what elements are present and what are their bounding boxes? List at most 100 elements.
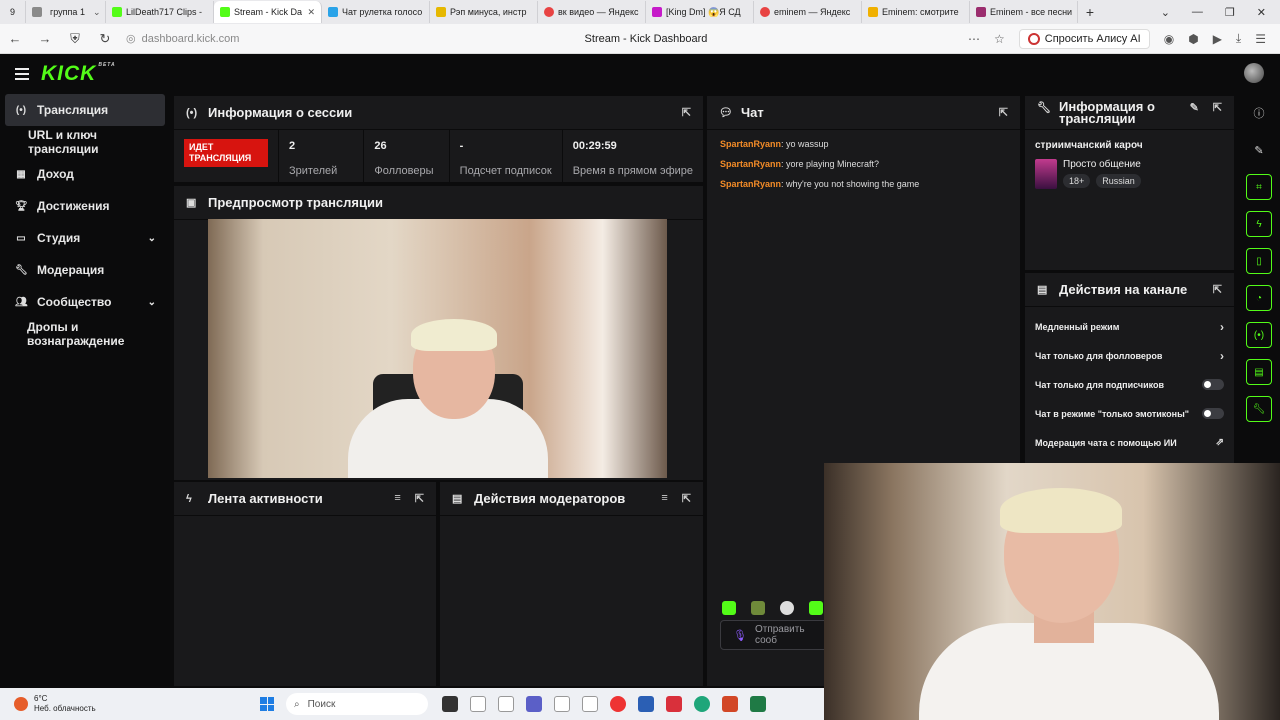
tab-count-badge[interactable]: 9	[0, 1, 26, 23]
chevron-right-icon[interactable]: ›	[1220, 349, 1224, 363]
close-window-button[interactable]: ✕	[1257, 6, 1266, 19]
avatar[interactable]	[1244, 63, 1264, 83]
edit-icon[interactable]: ✎	[1246, 137, 1272, 163]
menu-icon[interactable]: ☰	[1255, 32, 1266, 46]
popout-icon[interactable]: ⇱	[682, 106, 691, 119]
task-view-icon[interactable]	[442, 696, 458, 712]
minimize-button[interactable]: —	[1192, 6, 1203, 19]
forward-button[interactable]: →	[30, 31, 60, 46]
chat-input[interactable]: 🎙︎ Отправить сооб	[720, 620, 830, 650]
taskbar-search[interactable]: ⌕ Поиск	[286, 693, 428, 715]
more-icon[interactable]: ⋯	[968, 32, 980, 46]
url-field[interactable]: ◎ dashboard.kick.com	[126, 32, 496, 46]
sidebar-item-community[interactable]: 👥︎ Сообщество ⌄	[0, 286, 170, 318]
external-link-icon[interactable]: ⇗	[1216, 437, 1224, 448]
popout-icon[interactable]: ⇱	[999, 106, 1008, 119]
close-tab-icon[interactable]: ✕	[307, 7, 315, 18]
sidebar-item-drops[interactable]: Дропы и вознаграждение	[0, 318, 170, 350]
excel-icon[interactable]	[750, 696, 766, 712]
chat-bubble-icon[interactable]: ◔	[1246, 285, 1272, 311]
ai-moderation-row[interactable]: Модерация чата с помощью ИИ ⇗	[1025, 428, 1234, 457]
info-icon[interactable]: ⓘ	[1246, 100, 1272, 126]
sidebar-item-url-key[interactable]: URL и ключ трансляции	[0, 126, 170, 158]
tab-eminem-watch[interactable]: Eminem: смотрите	[862, 1, 970, 23]
popout-icon[interactable]: ⇱	[1213, 283, 1222, 296]
reload-button[interactable]: ↻	[90, 31, 120, 47]
bookmark-icon[interactable]: ☆	[994, 32, 1005, 46]
category-thumbnail[interactable]	[1035, 159, 1057, 189]
emote-icon[interactable]	[722, 601, 736, 615]
filter-icon[interactable]: ≡	[394, 492, 400, 505]
edit-icon[interactable]: ✎	[1190, 101, 1199, 114]
wps-icon[interactable]	[666, 696, 682, 712]
microphone-icon[interactable]: 🎙︎	[733, 629, 747, 642]
broadcast-icon[interactable]: (•)	[1246, 322, 1272, 348]
chat-username[interactable]: SpartanRyann	[720, 139, 781, 149]
maximize-button[interactable]: ❐	[1225, 6, 1235, 19]
file-icon[interactable]	[554, 696, 570, 712]
hamburger-menu-icon[interactable]	[15, 68, 29, 80]
file-icon[interactable]	[498, 696, 514, 712]
tab-group-label[interactable]: группа 1 ⌄	[26, 1, 106, 23]
site-favicon-icon	[436, 7, 446, 17]
subscribers-only-toggle[interactable]	[1202, 379, 1224, 390]
yandex-browser-icon[interactable]	[610, 696, 626, 712]
tab-rap-beats[interactable]: Рэп минуса, инстр	[430, 1, 538, 23]
chevron-down-icon[interactable]: ⌄	[148, 233, 156, 244]
sidebar-item-studio[interactable]: ▭ Студия ⌄	[0, 222, 170, 254]
shield-icon[interactable]: ⛨	[60, 31, 90, 47]
sidebar-item-income[interactable]: ▦ Доход	[0, 158, 170, 190]
lightning-icon[interactable]: ϟ	[1246, 211, 1272, 237]
teams-icon[interactable]	[526, 696, 542, 712]
tab-kick-dashboard[interactable]: Stream - Kick Da ✕	[214, 1, 322, 23]
wrench-icon[interactable]: 🔧︎	[1246, 396, 1272, 422]
word-icon[interactable]	[638, 696, 654, 712]
slow-mode-row[interactable]: Медленный режим ›	[1025, 312, 1234, 341]
document-icon[interactable]: ▯	[1246, 248, 1272, 274]
ask-alice-button[interactable]: Спросить Алису AI	[1018, 28, 1150, 49]
site-favicon-icon	[868, 7, 878, 17]
sidebar-item-achievements[interactable]: 🏆︎ Достижения	[0, 190, 170, 222]
tab-eminem-yandex[interactable]: eminem — Яндекс	[754, 1, 862, 23]
popout-icon[interactable]: ⇱	[415, 492, 424, 505]
stream-video-preview[interactable]	[208, 219, 667, 478]
vpn-icon[interactable]: ⬢	[1188, 32, 1198, 46]
weather-widget[interactable]: 6°C Неб. облачность	[0, 694, 260, 714]
tab-lildeath[interactable]: LilDeath717 Clips -	[106, 1, 214, 23]
chevron-down-icon[interactable]: ⌄	[148, 297, 156, 308]
edge-icon[interactable]	[694, 696, 710, 712]
file-icon[interactable]	[470, 696, 486, 712]
site-info-icon[interactable]: ◎	[126, 32, 136, 45]
emote-icon[interactable]	[780, 601, 794, 615]
filter-icon[interactable]: ≡	[661, 492, 667, 505]
new-tab-button[interactable]: +	[1078, 4, 1102, 20]
sidebar-item-broadcast[interactable]: (•) Трансляция	[5, 94, 165, 126]
tab-list-icon[interactable]: ⌄	[1161, 6, 1170, 19]
file-icon[interactable]	[582, 696, 598, 712]
powerpoint-icon[interactable]	[722, 696, 738, 712]
tab-chat-roulette[interactable]: Чат рулетка голосо	[322, 1, 430, 23]
music-favicon-icon	[976, 7, 986, 17]
tab-king-dm[interactable]: [King Dm] 😱Я СД	[646, 1, 754, 23]
chat-username[interactable]: SpartanRyann	[720, 179, 781, 189]
media-icon[interactable]: ▶	[1213, 32, 1222, 46]
tab-eminem-songs[interactable]: Eminem - все песни	[970, 1, 1078, 23]
tab-vk-video[interactable]: вк видео — Яндекс	[538, 1, 646, 23]
emote-icon[interactable]	[751, 601, 765, 615]
chevron-right-icon[interactable]: ›	[1220, 320, 1224, 334]
popout-icon[interactable]: ⇱	[1213, 101, 1222, 114]
chat-username[interactable]: SpartanRyann	[720, 159, 781, 169]
back-button[interactable]: ←	[0, 31, 30, 46]
server-icon[interactable]: ▤	[1246, 359, 1272, 385]
extensions-icon[interactable]: ◉	[1164, 32, 1174, 46]
windows-start-icon[interactable]	[260, 697, 274, 711]
popout-icon[interactable]: ⇱	[682, 492, 691, 505]
downloads-icon[interactable]: ⤓	[1236, 31, 1241, 46]
clip-icon[interactable]: ⌗	[1246, 174, 1272, 200]
sidebar-item-moderation[interactable]: 🔧︎ Модерация	[0, 254, 170, 286]
category-name[interactable]: Просто общение	[1063, 159, 1141, 170]
emote-only-toggle[interactable]	[1202, 408, 1224, 419]
followers-only-row[interactable]: Чат только для фолловеров ›	[1025, 341, 1234, 370]
kick-logo[interactable]: KICK BETA	[41, 62, 116, 86]
emote-icon[interactable]	[809, 601, 823, 615]
